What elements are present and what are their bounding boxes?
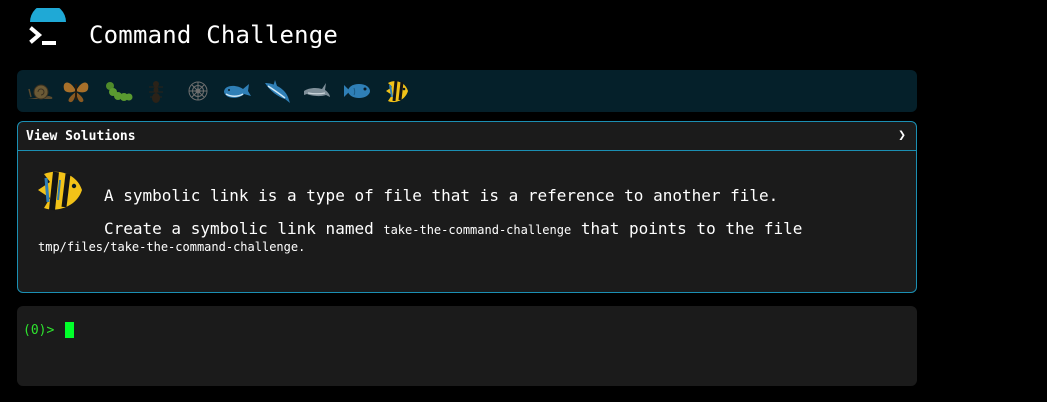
view-solutions-label: View Solutions xyxy=(26,129,136,144)
instruction-prefix: Create a symbolic link named xyxy=(104,219,384,238)
target-path-line: tmp/files/take-the-command-challenge. xyxy=(38,240,305,254)
app-title: Command Challenge xyxy=(89,21,339,49)
caterpillar-icon[interactable] xyxy=(103,77,133,105)
butterfly-icon[interactable] xyxy=(61,77,91,105)
ant-icon[interactable] xyxy=(141,77,171,105)
angelfish-icon xyxy=(30,166,86,214)
target-path-code: tmp/files/take-the-command-challenge xyxy=(38,240,299,254)
challenge-instruction: Create a symbolic link named take-the-co… xyxy=(104,219,802,238)
chevron-right-icon: ❯ xyxy=(898,128,906,143)
angelfish-icon[interactable] xyxy=(382,77,412,105)
terminal-prompt-icon[interactable] xyxy=(26,4,70,54)
snail-icon[interactable] xyxy=(25,77,55,105)
spider-web-icon[interactable] xyxy=(183,77,213,105)
challenge-description: A symbolic link is a type of file that i… xyxy=(104,186,779,205)
instruction-suffix: that points to the file xyxy=(571,219,803,238)
shark-icon[interactable] xyxy=(262,77,292,105)
terminal-cursor xyxy=(65,322,74,338)
app-header: Command Challenge xyxy=(17,4,917,66)
dolphin-icon[interactable] xyxy=(302,77,332,105)
target-path-period: . xyxy=(298,240,306,254)
terminal-input-area[interactable]: (0)> xyxy=(17,306,917,386)
terminal-prompt: (0)> xyxy=(23,323,55,338)
fish-icon[interactable] xyxy=(342,77,372,105)
level-selector xyxy=(17,70,917,112)
challenge-panel: View Solutions ❯ A symbolic link is a ty… xyxy=(17,121,917,293)
link-name-code: take-the-command-challenge xyxy=(383,223,572,237)
view-solutions-toggle[interactable]: View Solutions ❯ xyxy=(18,122,916,151)
whale-icon[interactable] xyxy=(222,77,252,105)
